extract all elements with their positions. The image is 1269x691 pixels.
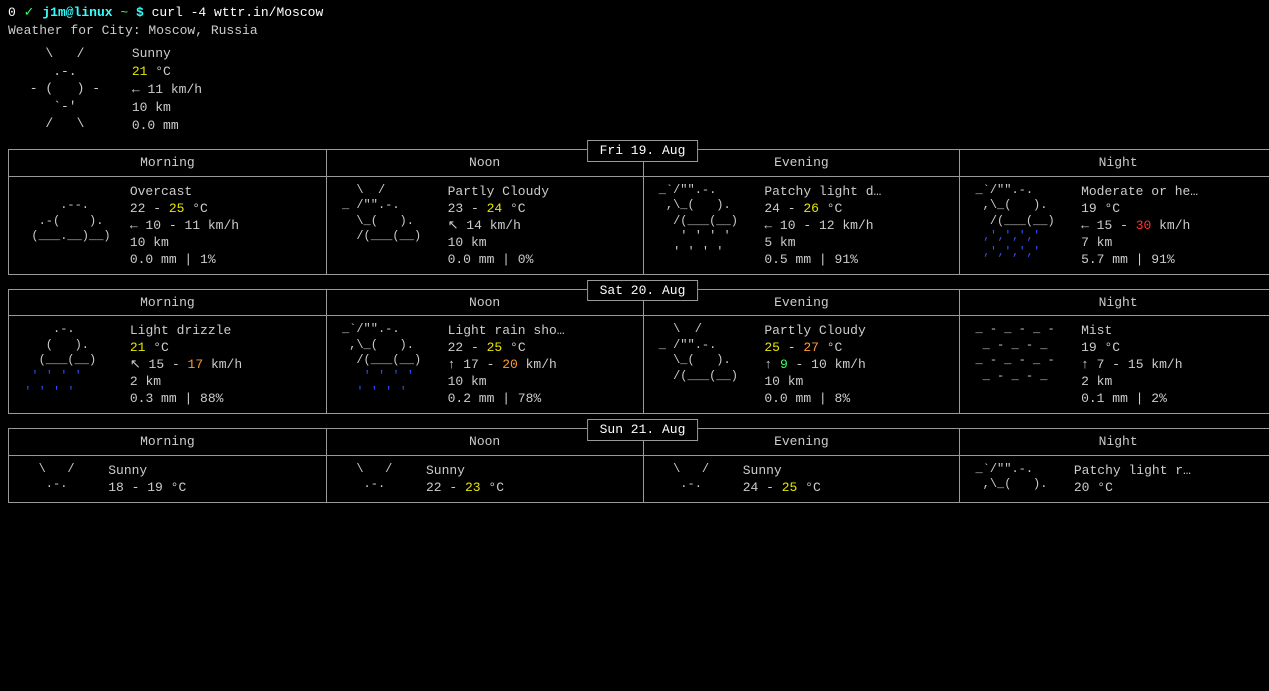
weather-ascii-art: _`/"".-. ,\_( ). /(___(__) ' ' ' ' ' ' '… <box>652 183 753 268</box>
period-header-night: Night <box>959 429 1269 455</box>
current-visibility: 10 km <box>132 99 202 117</box>
forecast-precip: 0.3 mm | 88% <box>130 390 318 407</box>
forecast-wind: ← 10 - 11 km/h <box>130 217 318 234</box>
forecast-temp: 23 - 24 °C <box>448 200 635 217</box>
forecast-temp: 24 - 25 °C <box>743 479 952 496</box>
forecast-desc: Mist <box>1081 322 1268 339</box>
forecast-precip: 0.2 mm | 78% <box>448 390 635 407</box>
forecast-day: Sun 21. AugMorningNoonEveningNight \ / .… <box>8 428 1269 503</box>
forecast-cell: \ / _ /"".-. \_( ). /(___(__) Partly Clo… <box>643 316 960 413</box>
forecast-cell: \ / .-. Sunny18 - 19 °C <box>9 456 326 502</box>
forecast-desc: Patchy light r… <box>1074 462 1268 479</box>
forecast-wind: ↑ 17 - 20 km/h <box>448 356 635 373</box>
forecast-temp: 21 °C <box>130 339 318 356</box>
forecast-day: Sat 20. AugMorningNoonEveningNight .-. (… <box>8 289 1269 415</box>
forecast-temp: 24 - 26 °C <box>764 200 951 217</box>
forecast-desc: Sunny <box>426 462 635 479</box>
weather-ascii-art: \ / .-. <box>17 462 96 496</box>
forecast-cell: _ - _ - _ - _ - _ - _ _ - _ - _ - _ - _ … <box>959 316 1269 413</box>
day-title: Sun 21. Aug <box>587 419 699 441</box>
forecast-temp: 22 - 23 °C <box>426 479 635 496</box>
forecast-wind: ↖ 15 - 17 km/h <box>130 356 318 373</box>
forecast-cell: .--. .-( ). (___.__)__) Overcast22 - 25 … <box>9 177 326 274</box>
weather-ascii-art: .-. ( ). (___(__) ' ' ' ' ' ' ' ' <box>17 322 118 407</box>
period-header-morning: Morning <box>9 429 326 455</box>
forecast-desc: Patchy light d… <box>764 183 951 200</box>
forecast-wind: ↖ 14 km/h <box>448 217 635 234</box>
forecast-temp: 22 - 25 °C <box>130 200 318 217</box>
forecast-visibility: 10 km <box>448 234 635 251</box>
weather-ascii-art: \ / .-. <box>652 462 731 496</box>
day-title: Sat 20. Aug <box>587 280 699 302</box>
current-conditions: \ / .-. - ( ) - `-' / \ Sunny 21 °C ← 11… <box>22 45 1269 135</box>
forecast-visibility: 10 km <box>764 373 951 390</box>
forecast-temp: 18 - 19 °C <box>108 479 318 496</box>
weather-ascii-art: \ / .-. <box>335 462 414 496</box>
forecast-container: Fri 19. AugMorningNoonEveningNight .--. … <box>8 149 1269 503</box>
current-temp: 21 °C <box>132 63 202 81</box>
forecast-cell: _`/"".-. ,\_( ). /(___(__) ' ' ' ' ' ' '… <box>326 316 643 413</box>
current-precip: 0.0 mm <box>132 117 202 135</box>
current-desc: Sunny <box>132 45 202 63</box>
forecast-temp: 22 - 25 °C <box>448 339 635 356</box>
forecast-desc: Partly Cloudy <box>764 322 951 339</box>
forecast-temp: 19 °C <box>1081 339 1268 356</box>
forecast-day: Fri 19. AugMorningNoonEveningNight .--. … <box>8 149 1269 275</box>
forecast-precip: 0.0 mm | 0% <box>448 251 635 268</box>
forecast-desc: Sunny <box>108 462 318 479</box>
forecast-precip: 0.1 mm | 2% <box>1081 390 1268 407</box>
forecast-desc: Overcast <box>130 183 318 200</box>
weather-ascii-art: .--. .-( ). (___.__)__) <box>17 183 118 268</box>
forecast-cell: .-. ( ). (___(__) ' ' ' ' ' ' ' ' Light … <box>9 316 326 413</box>
current-wind: ← 11 km/h <box>132 81 202 99</box>
period-header-night: Night <box>959 150 1269 176</box>
forecast-desc: Moderate or he… <box>1081 183 1268 200</box>
day-title: Fri 19. Aug <box>587 140 699 162</box>
terminal-prompt: 0 ✓ j1m@linux ~ $ curl -4 wttr.in/Moscow <box>8 4 1269 22</box>
forecast-desc: Light drizzle <box>130 322 318 339</box>
weather-ascii-art: _ - _ - _ - _ - _ - _ _ - _ - _ - _ - _ … <box>968 322 1069 407</box>
forecast-cell: _`/"".-. ,\_( ). /(___(__) ‚'‚'‚'‚' ‚'‚'… <box>959 177 1269 274</box>
forecast-visibility: 10 km <box>130 234 318 251</box>
forecast-precip: 5.7 mm | 91% <box>1081 251 1268 268</box>
weather-ascii-art: _`/"".-. ,\_( ). /(___(__) ‚'‚'‚'‚' ‚'‚'… <box>968 183 1069 268</box>
forecast-visibility: 7 km <box>1081 234 1268 251</box>
forecast-temp: 25 - 27 °C <box>764 339 951 356</box>
forecast-wind: ↑ 7 - 15 km/h <box>1081 356 1268 373</box>
forecast-wind: ← 10 - 12 km/h <box>764 217 951 234</box>
weather-ascii-art: \ / _ /"".-. \_( ). /(___(__) <box>652 322 753 407</box>
forecast-visibility: 5 km <box>764 234 951 251</box>
forecast-visibility: 2 km <box>130 373 318 390</box>
weather-ascii-art: _`/"".-. ,\_( ). /(___(__) ' ' ' ' ' ' '… <box>335 322 436 407</box>
forecast-visibility: 10 km <box>448 373 635 390</box>
forecast-cell: \ / _ /"".-. \_( ). /(___(__) Partly Clo… <box>326 177 643 274</box>
forecast-visibility: 2 km <box>1081 373 1268 390</box>
forecast-wind: ← 15 - 30 km/h <box>1081 217 1268 234</box>
forecast-precip: 0.0 mm | 1% <box>130 251 318 268</box>
weather-ascii-art: \ / .-. - ( ) - `-' / \ <box>22 45 108 135</box>
forecast-cell: _`/"".-. ,\_( ). Patchy light r…20 °C <box>959 456 1269 502</box>
period-header-morning: Morning <box>9 290 326 316</box>
forecast-cell: \ / .-. Sunny24 - 25 °C <box>643 456 960 502</box>
period-header-night: Night <box>959 290 1269 316</box>
weather-ascii-art: _`/"".-. ,\_( ). <box>968 462 1062 496</box>
period-header-morning: Morning <box>9 150 326 176</box>
report-header: Weather for City: Moscow, Russia <box>8 22 1269 40</box>
forecast-cell: _`/"".-. ,\_( ). /(___(__) ' ' ' ' ' ' '… <box>643 177 960 274</box>
forecast-temp: 19 °C <box>1081 200 1268 217</box>
forecast-desc: Light rain sho… <box>448 322 635 339</box>
forecast-precip: 0.5 mm | 91% <box>764 251 951 268</box>
weather-ascii-art: \ / _ /"".-. \_( ). /(___(__) <box>335 183 436 268</box>
forecast-precip: 0.0 mm | 8% <box>764 390 951 407</box>
forecast-cell: \ / .-. Sunny22 - 23 °C <box>326 456 643 502</box>
forecast-temp: 20 °C <box>1074 479 1268 496</box>
forecast-wind: ↑ 9 - 10 km/h <box>764 356 951 373</box>
forecast-desc: Sunny <box>743 462 952 479</box>
forecast-desc: Partly Cloudy <box>448 183 635 200</box>
